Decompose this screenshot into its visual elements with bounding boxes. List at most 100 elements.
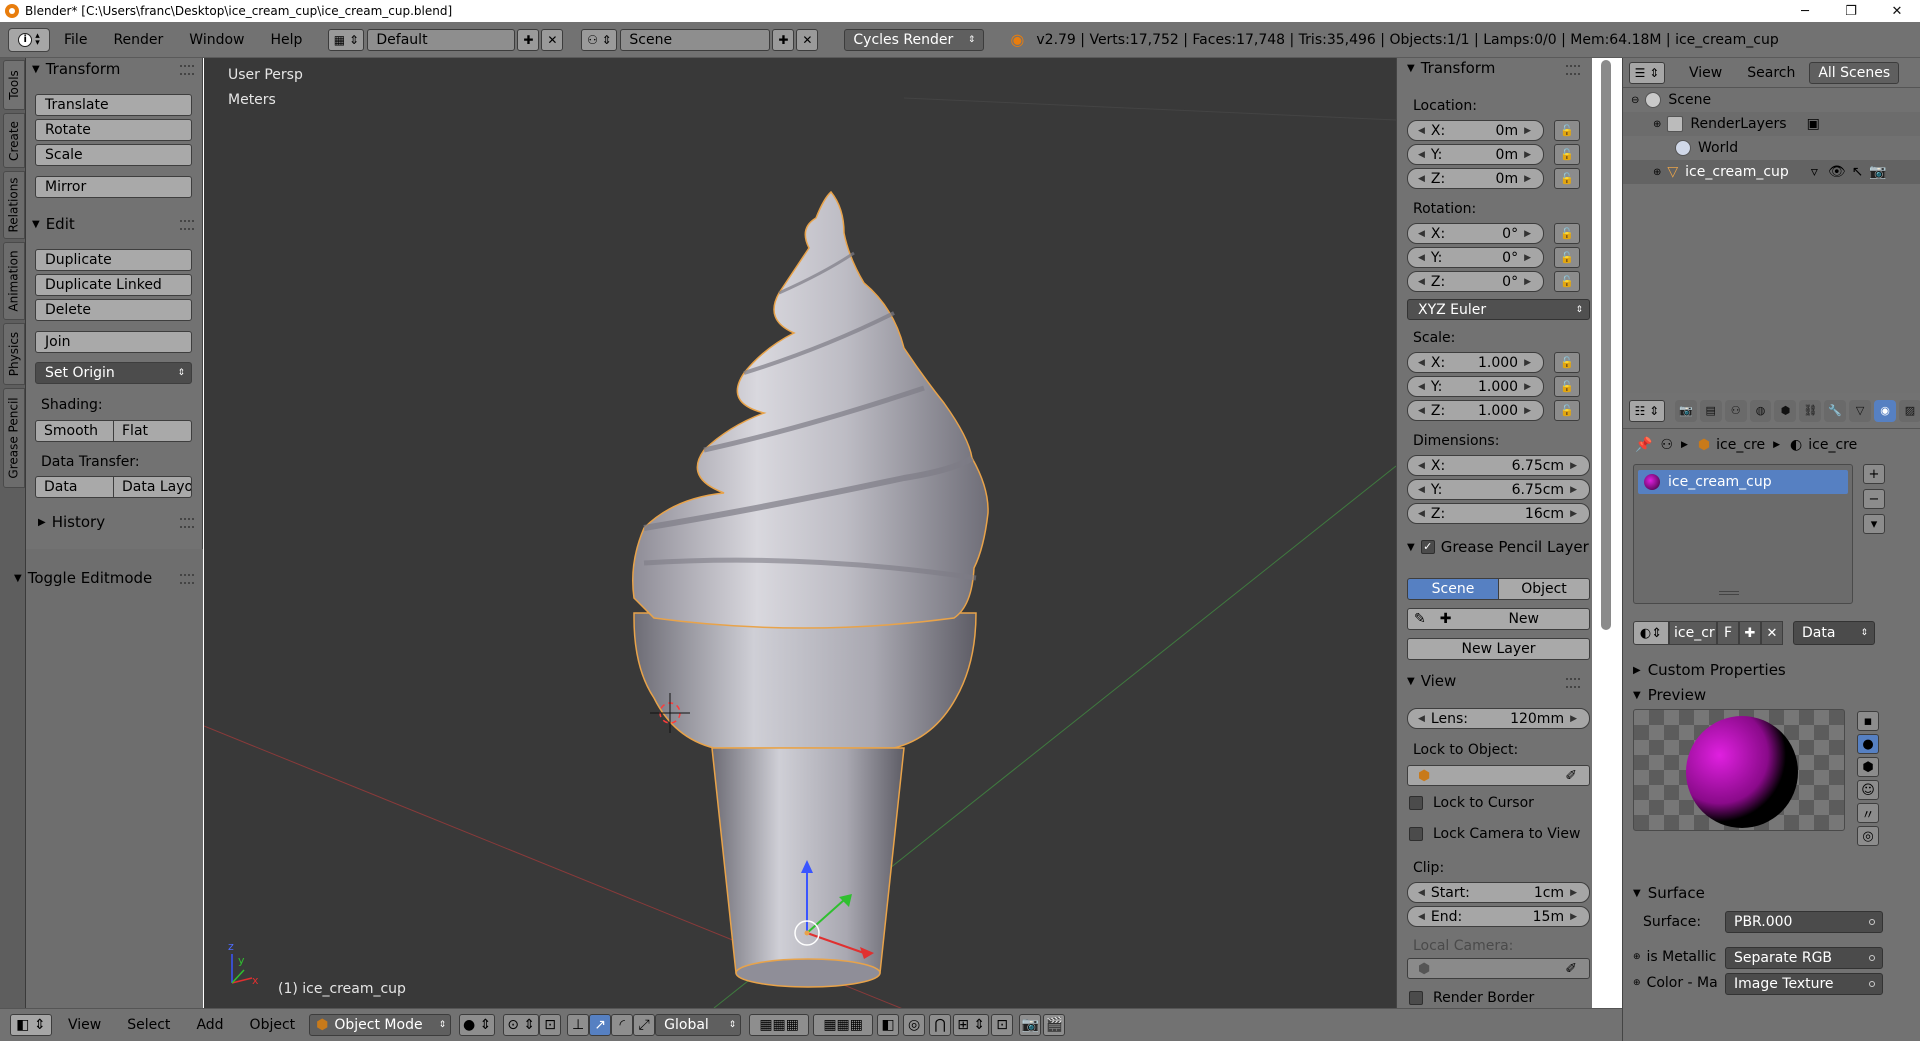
render-tab-icon[interactable]: 📷 bbox=[1674, 399, 1697, 422]
layout-add-button[interactable]: ✚ bbox=[517, 28, 540, 51]
increment-arrow-icon[interactable]: ▶ bbox=[1524, 382, 1531, 392]
lock-icon[interactable]: 🔓 bbox=[1554, 168, 1580, 189]
lock-icon[interactable]: 🔓 bbox=[1554, 120, 1580, 141]
material-browse-button[interactable]: ◐⇕ bbox=[1633, 621, 1669, 645]
lens-field[interactable]: ◀ Lens: 120mm ▶ bbox=[1407, 708, 1590, 729]
menu-select[interactable]: Select bbox=[127, 1017, 170, 1033]
decrement-arrow-icon[interactable]: ◀ bbox=[1418, 174, 1425, 184]
close-button[interactable]: ✕ bbox=[1874, 0, 1920, 22]
increment-arrow-icon[interactable]: ▶ bbox=[1524, 406, 1531, 416]
opengl-render-image-button[interactable]: 📷 bbox=[1019, 1014, 1042, 1036]
viewport-shading-dropdown[interactable]: ● ⇕ bbox=[459, 1014, 496, 1036]
render-border-checkbox[interactable]: Render Border bbox=[1409, 990, 1534, 1006]
outliner-view-menu[interactable]: View bbox=[1689, 65, 1722, 81]
scene-add-button[interactable]: ✚ bbox=[772, 28, 795, 51]
scene-tab-icon[interactable]: ⚇ bbox=[1724, 399, 1747, 422]
snap-element-dropdown[interactable]: ⊞ ⇕ bbox=[953, 1014, 990, 1036]
lock-icon[interactable]: 🔓 bbox=[1554, 144, 1580, 165]
increment-arrow-icon[interactable]: ▶ bbox=[1570, 912, 1577, 922]
decrement-arrow-icon[interactable]: ◀ bbox=[1418, 358, 1425, 368]
render-camera-icon[interactable]: 📷 bbox=[1869, 164, 1886, 180]
outliner-row-renderlayers[interactable]: ⊕ RenderLayers ▣ bbox=[1623, 112, 1920, 136]
preview-monkey-icon[interactable]: ☺ bbox=[1857, 780, 1879, 800]
menu-window[interactable]: Window bbox=[189, 32, 244, 48]
object-tab-icon[interactable]: ⬢ bbox=[1774, 399, 1797, 422]
object-toggle-button[interactable]: Object bbox=[1499, 578, 1590, 600]
snap-target-button[interactable]: ⊡ bbox=[991, 1014, 1014, 1036]
flat-button[interactable]: Flat bbox=[114, 420, 192, 442]
material-slots-list[interactable]: ice_cream_cup bbox=[1633, 464, 1853, 604]
data-tab-icon[interactable]: ▽ bbox=[1849, 399, 1872, 422]
transform-panel-header[interactable]: ▼ Transform bbox=[32, 59, 120, 79]
layer-buttons-group-1[interactable]: ▦▦▦ bbox=[749, 1014, 810, 1036]
view-panel-header[interactable]: ▼ View bbox=[1407, 672, 1456, 690]
dimensions-z-field[interactable]: ◀ Z: 16cm ▶ bbox=[1407, 503, 1590, 524]
drag-grip-icon[interactable] bbox=[1566, 65, 1580, 75]
scene-type-button[interactable]: ⚇ ⇕ bbox=[581, 28, 618, 51]
3d-viewport[interactable]: z y x User Persp Meters (1) ice_cream_cu… bbox=[204, 58, 1396, 1008]
duplicate-linked-button[interactable]: Duplicate Linked bbox=[35, 274, 192, 296]
outliner-row-ice-cream-cup[interactable]: ⊕ ▽ ice_cream_cup ▿ 👁 ↖ 📷 bbox=[1623, 160, 1920, 184]
scale-button[interactable]: Scale bbox=[35, 144, 192, 166]
scale-z-field[interactable]: ◀ Z: 1.000 ▶ bbox=[1407, 400, 1544, 421]
material-slot-item[interactable]: ice_cream_cup bbox=[1638, 470, 1848, 494]
increment-arrow-icon[interactable]: ▶ bbox=[1524, 126, 1531, 136]
render-layers-tab-icon[interactable]: ▤ bbox=[1699, 399, 1722, 422]
properties-editor-type-button[interactable]: ☷ ⇕ bbox=[1629, 399, 1665, 422]
lock-icon[interactable]: 🔓 bbox=[1554, 400, 1580, 421]
color-input-label[interactable]: ⊕ Color - Ma bbox=[1633, 975, 1718, 991]
clip-start-field[interactable]: ◀ Start: 1cm ▶ bbox=[1407, 882, 1590, 903]
render-layer-toggle-icon[interactable]: ▣ bbox=[1807, 116, 1820, 132]
scene-toggle-button[interactable]: Scene bbox=[1407, 578, 1499, 600]
breadcrumb-object[interactable]: ice_cre bbox=[1716, 437, 1765, 453]
menu-add[interactable]: Add bbox=[196, 1017, 223, 1033]
increment-arrow-icon[interactable]: ▶ bbox=[1570, 461, 1577, 471]
increment-arrow-icon[interactable]: ▶ bbox=[1524, 358, 1531, 368]
transform-orientation-dropdown[interactable]: Global ⇕ bbox=[655, 1014, 742, 1036]
lock-layers-button[interactable]: ◧ bbox=[877, 1014, 900, 1036]
unlink-material-button[interactable]: ✕ bbox=[1761, 621, 1783, 645]
interaction-mode-dropdown[interactable]: ⬢ Object Mode ⇕ bbox=[309, 1014, 452, 1036]
decrement-arrow-icon[interactable]: ◀ bbox=[1418, 126, 1425, 136]
remove-slot-button[interactable]: − bbox=[1863, 489, 1885, 509]
material-tab-icon[interactable]: ◉ bbox=[1874, 399, 1897, 422]
opengl-render-animation-button[interactable]: 🎬 bbox=[1043, 1014, 1066, 1036]
increment-arrow-icon[interactable]: ▶ bbox=[1570, 485, 1577, 495]
n-panel-scrollbar[interactable] bbox=[1601, 60, 1611, 630]
surface-header[interactable]: ▼ Surface bbox=[1633, 884, 1705, 902]
drag-grip-icon[interactable] bbox=[180, 220, 194, 230]
decrement-arrow-icon[interactable]: ◀ bbox=[1418, 461, 1425, 471]
clip-end-field[interactable]: ◀ End: 15m ▶ bbox=[1407, 906, 1590, 927]
translate-manipulator-button[interactable]: ↗ bbox=[589, 1014, 612, 1036]
eyedropper-icon[interactable]: ✐ bbox=[1565, 961, 1577, 977]
3d-view-editor-type-button[interactable]: ◧ ⇕ bbox=[10, 1014, 52, 1036]
menu-file[interactable]: File bbox=[64, 32, 87, 48]
lock-icon[interactable]: 🔓 bbox=[1554, 352, 1580, 373]
collapse-icon[interactable]: ⊖ bbox=[1631, 95, 1639, 106]
decrement-arrow-icon[interactable]: ◀ bbox=[1418, 229, 1425, 239]
snap-toggle-button[interactable]: ⋂ bbox=[929, 1014, 952, 1036]
drag-grip-icon[interactable] bbox=[1566, 678, 1580, 688]
constraints-tab-icon[interactable]: ⛓ bbox=[1799, 399, 1822, 422]
decrement-arrow-icon[interactable]: ◀ bbox=[1418, 888, 1425, 898]
decrement-arrow-icon[interactable]: ◀ bbox=[1418, 485, 1425, 495]
custom-properties-header[interactable]: ▶ Custom Properties bbox=[1633, 661, 1786, 679]
list-resize-grip-icon[interactable] bbox=[1719, 591, 1739, 595]
outliner-display-mode[interactable]: All Scenes bbox=[1809, 61, 1900, 84]
lock-object-field[interactable]: ⬢ ✐ bbox=[1407, 765, 1590, 786]
scene-name-field[interactable]: Scene bbox=[620, 28, 771, 51]
lock-icon[interactable]: 🔓 bbox=[1554, 376, 1580, 397]
history-panel-header[interactable]: ▶ History bbox=[38, 512, 105, 532]
location-z-field[interactable]: ◀ Z: 0m ▶ bbox=[1407, 168, 1544, 189]
dimensions-y-field[interactable]: ◀ Y: 6.75cm ▶ bbox=[1407, 479, 1590, 500]
outliner-search-menu[interactable]: Search bbox=[1747, 65, 1795, 81]
tab-animation[interactable]: Animation bbox=[3, 242, 25, 320]
rotate-button[interactable]: Rotate bbox=[35, 119, 192, 141]
increment-arrow-icon[interactable]: ▶ bbox=[1524, 174, 1531, 184]
texture-tab-icon[interactable]: ▨ bbox=[1899, 399, 1920, 422]
scale-x-field[interactable]: ◀ X: 1.000 ▶ bbox=[1407, 352, 1544, 373]
tab-physics[interactable]: Physics bbox=[3, 323, 25, 385]
decrement-arrow-icon[interactable]: ◀ bbox=[1418, 382, 1425, 392]
data-transfer-button[interactable]: Data bbox=[35, 476, 114, 498]
viewport-canvas[interactable]: z y x bbox=[204, 58, 1396, 1008]
